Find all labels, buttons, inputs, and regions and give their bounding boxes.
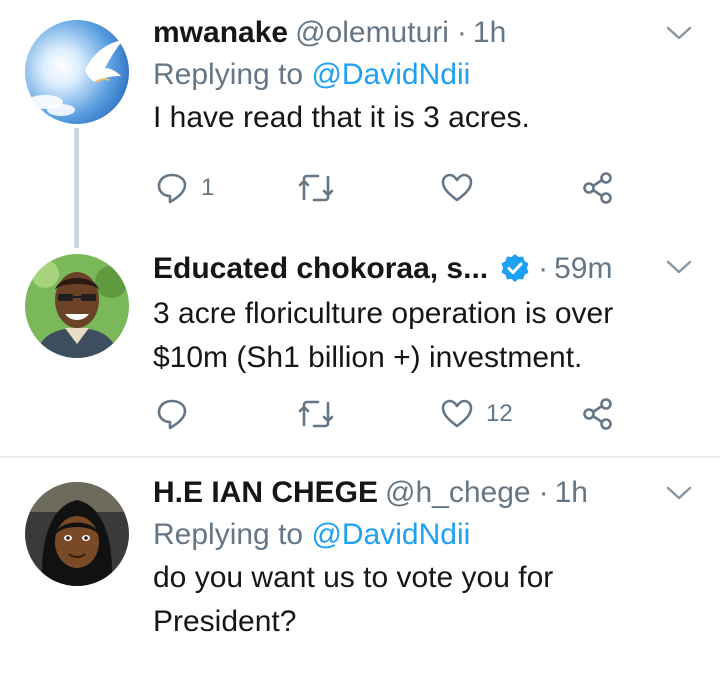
reply-icon: [155, 171, 189, 205]
timestamp[interactable]: 59m: [554, 250, 612, 288]
user-handle[interactable]: @olemuturi: [295, 14, 449, 52]
reply-icon: [155, 397, 189, 431]
like-button[interactable]: [440, 168, 486, 208]
tweet-text: 3 acre floriculture operation is over $1…: [153, 297, 614, 374]
avatar-image: [25, 254, 129, 358]
thread-line: [74, 128, 79, 248]
like-count: 12: [486, 400, 513, 427]
user-handle[interactable]: @h_chege: [385, 474, 531, 512]
replying-to-label: Replying to: [153, 58, 312, 91]
verified-badge-icon: [500, 253, 530, 283]
tweet-actions: 1: [153, 168, 623, 208]
chevron-down-icon[interactable]: [662, 252, 696, 282]
mention-link[interactable]: @DavidNdii: [311, 58, 470, 91]
separator-dot: ·: [456, 16, 467, 49]
tweet-header: H.E IAN CHEGE @h_chege · 1h: [153, 474, 696, 512]
retweet-icon: [296, 397, 336, 431]
replying-to: Replying to @DavidNdii: [153, 56, 696, 94]
tweet-1[interactable]: mwanake @olemuturi · 1h Replying to @Dav…: [0, 0, 720, 248]
display-name[interactable]: H.E IAN CHEGE: [153, 474, 378, 512]
separator-dot: ·: [538, 252, 549, 285]
share-button[interactable]: [581, 394, 615, 434]
replying-to-label: Replying to: [153, 518, 312, 551]
tweet-text: I have read that it is 3 acres.: [153, 101, 530, 134]
reply-count: 1: [201, 174, 215, 201]
tweet-2[interactable]: Educated chokoraa, s... · 59m 3 acre flo…: [0, 240, 720, 456]
avatar[interactable]: [25, 254, 129, 358]
tweet-actions: 12: [153, 394, 623, 434]
tweet-header: mwanake @olemuturi · 1h: [153, 14, 696, 52]
avatar-image: [25, 20, 129, 124]
display-name[interactable]: mwanake: [153, 14, 288, 52]
replying-to: Replying to @DavidNdii: [153, 516, 696, 554]
reply-button[interactable]: [155, 394, 189, 434]
chevron-down-icon[interactable]: [662, 18, 696, 48]
tweet-header: Educated chokoraa, s... · 59m: [153, 248, 696, 286]
reply-button[interactable]: 1: [155, 168, 214, 208]
chevron-down-icon[interactable]: [662, 478, 696, 508]
retweet-button[interactable]: [296, 168, 336, 208]
tweet-text: do you want us to vote you for President…: [153, 561, 554, 638]
avatar-image: [25, 482, 129, 586]
timestamp[interactable]: 1h: [473, 14, 506, 52]
retweet-icon: [296, 171, 336, 205]
share-button[interactable]: [581, 168, 615, 208]
avatar[interactable]: [25, 20, 129, 124]
share-icon: [581, 397, 615, 431]
retweet-button[interactable]: [296, 394, 336, 434]
avatar[interactable]: [25, 482, 129, 586]
tweet-3[interactable]: H.E IAN CHEGE @h_chege · 1h Replying to …: [0, 458, 720, 691]
separator-dot: ·: [538, 476, 549, 509]
display-name[interactable]: Educated chokoraa, s...: [153, 250, 488, 288]
share-icon: [581, 171, 615, 205]
like-icon: [440, 397, 474, 431]
like-icon: [440, 171, 474, 205]
timestamp[interactable]: 1h: [555, 474, 588, 512]
like-button[interactable]: 12: [440, 394, 513, 434]
mention-link[interactable]: @DavidNdii: [311, 518, 470, 551]
